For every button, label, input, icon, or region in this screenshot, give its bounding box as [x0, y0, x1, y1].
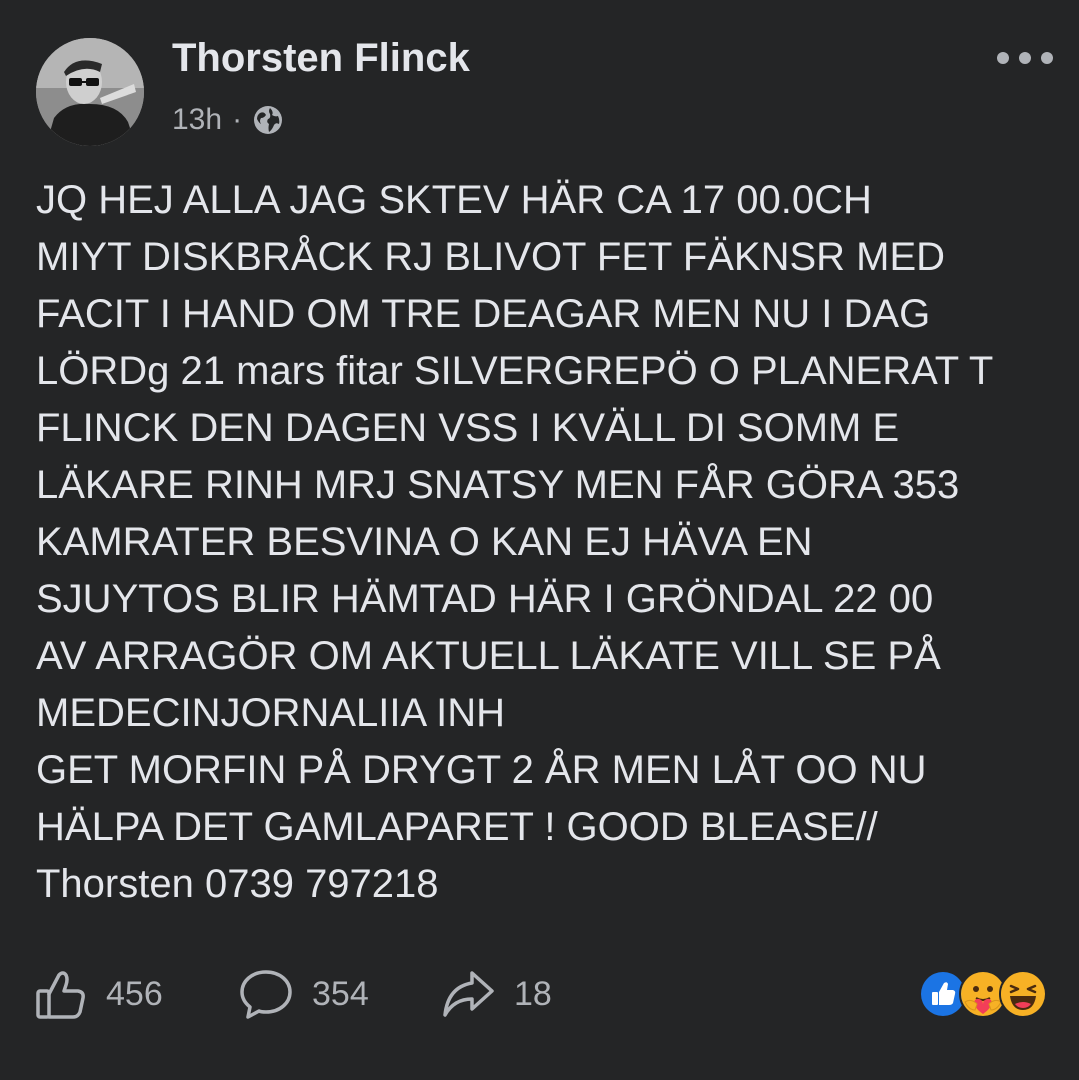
comment-count: 354	[312, 974, 369, 1013]
like-count: 456	[106, 974, 163, 1013]
avatar[interactable]	[36, 38, 144, 146]
more-dots-icon	[997, 52, 1009, 64]
comment-button[interactable]: 354	[238, 966, 369, 1022]
haha-reaction-icon	[999, 970, 1047, 1018]
post-meta: 13h ·	[172, 100, 284, 140]
globe-icon[interactable]	[252, 104, 284, 136]
comment-bubble-icon	[240, 970, 292, 1019]
meta-separator: ·	[232, 103, 243, 136]
post-body-text: JQ HEJ ALLA JAG SKTEV HÄR CA 17 00.0CH M…	[36, 178, 994, 906]
reactions-summary[interactable]	[919, 970, 1047, 1018]
timestamp[interactable]: 13h	[172, 103, 222, 137]
like-button[interactable]: 456	[34, 966, 163, 1022]
more-dots-icon	[1019, 52, 1031, 64]
share-button[interactable]: 18	[440, 966, 552, 1022]
thumbs-up-icon	[36, 971, 85, 1019]
more-options-button[interactable]	[997, 44, 1053, 72]
share-arrow-icon	[443, 971, 494, 1017]
share-count: 18	[514, 974, 552, 1013]
avatar-image	[36, 38, 144, 146]
more-dots-icon	[1041, 52, 1053, 64]
facebook-post: Thorsten Flinck 13h · JQ HEJ ALLA JAG SK…	[0, 0, 1079, 1080]
author-name[interactable]: Thorsten Flinck	[172, 36, 470, 81]
